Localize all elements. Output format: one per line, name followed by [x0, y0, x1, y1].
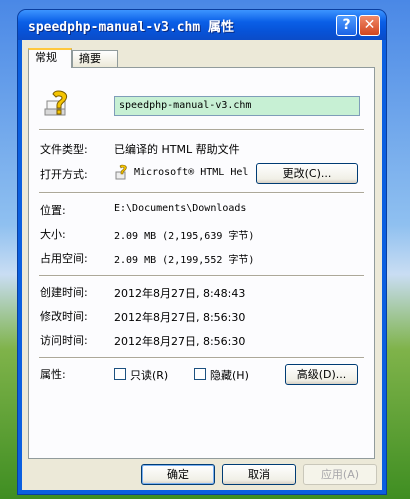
- apply-button[interactable]: 应用(A): [303, 464, 377, 485]
- separator: [39, 129, 364, 131]
- open-with-label: 打开方式:: [40, 168, 88, 181]
- properties-dialog: speedphp-manual-v3.chm 属性 ? ✕ 常规 摘要 spee…: [18, 10, 386, 494]
- change-button[interactable]: 更改(C)...: [256, 163, 358, 184]
- modified-label: 修改时间:: [40, 310, 88, 323]
- title-bar[interactable]: speedphp-manual-v3.chm 属性 ? ✕: [18, 10, 386, 40]
- separator: [39, 275, 364, 277]
- help-viewer-icon: [115, 164, 127, 180]
- location-value: E:\Documents\Downloads: [114, 203, 247, 214]
- created-label: 创建时间:: [40, 286, 88, 299]
- separator: [39, 192, 364, 194]
- close-button[interactable]: ✕: [359, 15, 380, 36]
- readonly-label[interactable]: 只读(R): [130, 367, 168, 383]
- general-tab-panel: speedphp-manual-v3.chm 文件类型: 已编译的 HTML 帮…: [28, 67, 375, 459]
- hidden-checkbox[interactable]: [194, 368, 206, 380]
- window-title: speedphp-manual-v3.chm 属性: [28, 20, 235, 35]
- cancel-button[interactable]: 取消: [222, 464, 296, 485]
- tab-summary[interactable]: 摘要: [72, 50, 118, 67]
- modified-value: 2012年8月27日, 8:56:30: [114, 311, 246, 324]
- accessed-value: 2012年8月27日, 8:56:30: [114, 335, 246, 348]
- file-type-value: 已编译的 HTML 帮助文件: [114, 143, 240, 156]
- help-button[interactable]: ?: [336, 15, 357, 36]
- ok-button[interactable]: 确定: [141, 464, 215, 485]
- readonly-checkbox[interactable]: [114, 368, 126, 380]
- dialog-client-area: 常规 摘要 speedphp-manual-v3.chm 文件类型: 已编译的 …: [22, 40, 382, 490]
- attributes-label: 属性:: [40, 368, 66, 381]
- size-label: 大小:: [40, 228, 66, 241]
- separator: [39, 357, 364, 359]
- size-value: 2.09 MB (2,195,639 字节): [114, 231, 255, 242]
- chm-file-icon: [44, 90, 68, 116]
- file-type-label: 文件类型:: [40, 143, 88, 156]
- hidden-label[interactable]: 隐藏(H): [210, 367, 249, 383]
- open-with-value: Microsoft® HTML Hel: [134, 167, 249, 178]
- created-value: 2012年8月27日, 8:48:43: [114, 287, 246, 300]
- location-label: 位置:: [40, 204, 66, 217]
- size-on-disk-value: 2.09 MB (2,199,552 字节): [114, 255, 255, 266]
- size-on-disk-label: 占用空间:: [40, 252, 88, 265]
- advanced-button[interactable]: 高级(D)...: [285, 364, 358, 385]
- file-name-field[interactable]: speedphp-manual-v3.chm: [114, 96, 360, 116]
- accessed-label: 访问时间:: [40, 334, 88, 347]
- tab-general[interactable]: 常规: [28, 48, 72, 68]
